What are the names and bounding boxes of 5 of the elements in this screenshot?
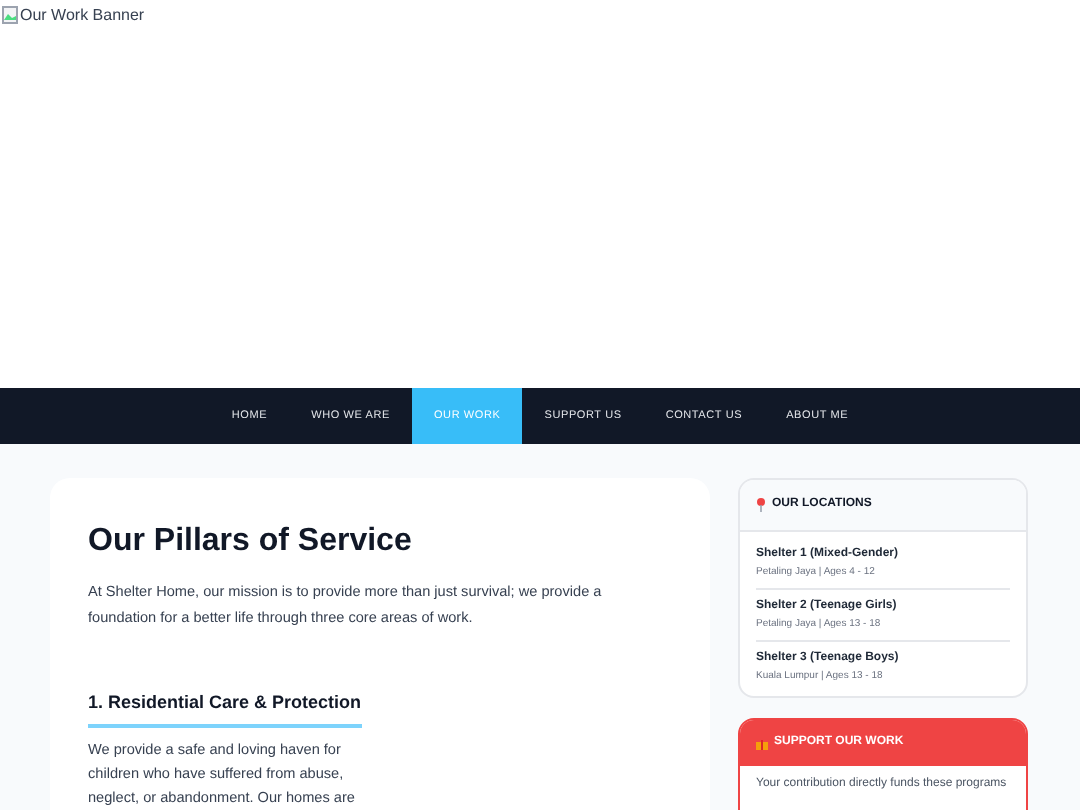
- page-heading: Our Pillars of Service: [88, 522, 414, 562]
- gift-icon: [756, 737, 768, 749]
- banner-alt-text: Our Work Banner: [20, 6, 145, 26]
- pin-icon: [756, 498, 766, 512]
- section-heading: 1. Residential Care & Protection: [88, 690, 362, 727]
